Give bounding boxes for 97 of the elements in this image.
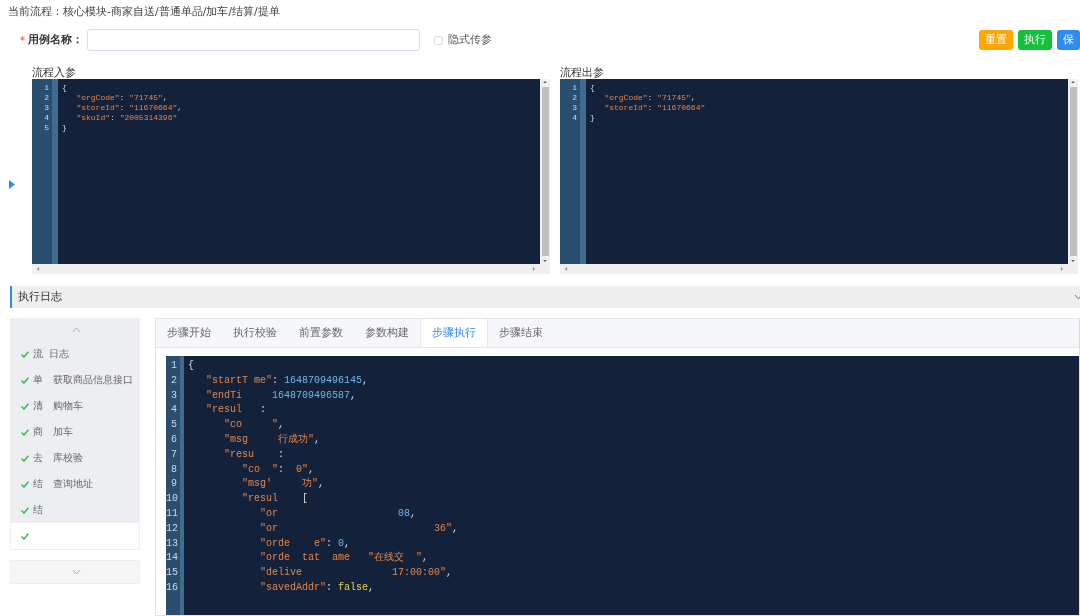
line-number: 15 <box>166 566 179 581</box>
line-number: 4 <box>170 403 178 418</box>
code-line: "delive 17:00:00", <box>259 566 454 581</box>
step-item[interactable] <box>11 523 139 549</box>
code-editor[interactable]: 1 2 3 4 5 { "orgCode": "71745", "storeId": "11670664", "skuId": "2005314396" } <box>32 79 540 264</box>
code-line: "resul [ <box>241 492 310 507</box>
code-line: "co ": 0", <box>241 462 316 477</box>
case-name-field[interactable] <box>87 29 420 51</box>
step-item[interactable]: 清 购物车 <box>11 393 139 419</box>
step-label: 流 日志 <box>33 347 70 361</box>
step-label: 去 库校验 <box>33 451 83 465</box>
step-label: 单 获取商品信息接口 <box>33 373 133 387</box>
scroll-up-icon[interactable] <box>542 79 548 85</box>
expand-icon[interactable] <box>9 180 15 189</box>
step-label: 商 加车 <box>33 425 73 439</box>
code-line: "orde e": 0, <box>259 536 352 551</box>
tab[interactable]: 步骤开始 <box>156 319 222 347</box>
scrollbar-thumb[interactable] <box>1069 87 1077 256</box>
scroll-up-icon[interactable] <box>1070 79 1076 85</box>
line-number: 3 <box>571 103 578 113</box>
code-line: { <box>188 359 195 373</box>
tab[interactable]: 参数构建 <box>354 319 420 347</box>
code-line: "orgCode": "71745", <box>603 93 697 103</box>
line-number: 6 <box>170 433 178 447</box>
log-header[interactable]: 执行日志 <box>10 286 1080 308</box>
step-item[interactable]: 去 库校验 <box>11 445 139 471</box>
scroll-right-icon[interactable] <box>531 266 537 272</box>
code-line: } <box>590 113 596 123</box>
code-line: "startT me": 1648709496145, <box>205 373 370 388</box>
code-line: { <box>590 83 596 93</box>
step-item[interactable]: 结 查询地址 <box>11 471 139 497</box>
step-item[interactable]: 单 获取商品信息接口 <box>11 367 139 393</box>
line-number: 1 <box>170 359 178 373</box>
scroll-down-button[interactable] <box>10 560 140 584</box>
code-editor[interactable]: 1 2 3 4 { "orgCode": "71745", "storeId": "11670664" } <box>560 79 1068 264</box>
code-line: "or 36", <box>259 521 459 536</box>
scroll-right-icon[interactable] <box>1059 266 1065 272</box>
flow-title: 当前流程：核心模块-商家自送/普通单品/加车/结算/提单 <box>8 4 280 19</box>
field-label: 用例名称： <box>28 33 83 47</box>
code-line: "resu : <box>223 447 286 462</box>
editor-label: 流程出参 <box>560 66 605 79</box>
line-number: 11 <box>166 506 179 521</box>
vertical-scrollbar[interactable] <box>1068 79 1078 264</box>
horizontal-scrollbar[interactable] <box>32 264 540 274</box>
code-line: } <box>62 123 68 133</box>
step-item[interactable]: 商 加车 <box>11 419 139 445</box>
line-number: 2 <box>571 93 578 103</box>
tab[interactable]: 步骤执行 <box>420 319 488 347</box>
code-line: { <box>62 83 68 93</box>
code-line: "resul : <box>205 403 268 418</box>
code-line: "orde tat ame "在线交 ", <box>259 551 430 566</box>
horizontal-scrollbar[interactable] <box>560 264 1068 274</box>
step-item[interactable]: 流 日志 <box>11 341 139 367</box>
vertical-scrollbar[interactable] <box>540 79 550 264</box>
code-line: "co ", <box>223 418 286 433</box>
code-line: "skuId": "2005314396" <box>75 113 179 123</box>
line-number: 12 <box>166 521 179 536</box>
line-number: 2 <box>43 93 50 103</box>
line-number: 7 <box>170 447 178 462</box>
scrollbar-thumb[interactable] <box>541 87 549 256</box>
step-label: 清 购物车 <box>33 399 83 413</box>
editor-label: 流程入参 <box>32 66 77 79</box>
line-number: 4 <box>43 113 50 123</box>
line-number: 14 <box>166 551 179 566</box>
chevron-down-icon <box>72 569 81 575</box>
tab[interactable]: 执行校验 <box>222 319 288 347</box>
code-line: "storeId": "11670664" <box>603 103 706 113</box>
action-button[interactable]: 保 <box>1057 30 1080 50</box>
line-number: 3 <box>170 388 178 403</box>
line-number: 1 <box>571 83 578 93</box>
line-number: 9 <box>170 477 178 492</box>
line-number: 5 <box>43 123 50 133</box>
code-line: "endTi 1648709496587, <box>205 388 358 403</box>
step-label: 结 查询地址 <box>33 477 93 491</box>
code-line: "savedAddr": false, <box>259 580 376 595</box>
implicit-params-checkbox[interactable]: 隐式传参 <box>434 33 492 47</box>
line-number: 10 <box>166 492 179 507</box>
line-number: 8 <box>170 462 178 477</box>
code-line: "or 08, <box>259 506 418 521</box>
step-label: 结 <box>33 503 43 517</box>
line-number: 2 <box>170 373 178 388</box>
code-line: "msg' 功", <box>241 477 326 492</box>
code-line: "storeId": "11670664", <box>75 103 183 113</box>
tab[interactable]: 步骤结束 <box>488 319 554 347</box>
tab[interactable]: 前置参数 <box>288 319 354 347</box>
scroll-left-icon[interactable] <box>563 266 569 272</box>
line-number: 4 <box>571 113 578 123</box>
line-number: 13 <box>166 536 179 551</box>
line-number: 3 <box>43 103 50 113</box>
code-line: "orgCode": "71745", <box>75 93 169 103</box>
required-mark: * <box>20 34 25 46</box>
line-number: 5 <box>170 418 178 433</box>
line-number: 1 <box>43 83 50 93</box>
line-number: 16 <box>166 580 179 595</box>
scroll-left-icon[interactable] <box>35 266 41 272</box>
step-item[interactable]: 结 <box>11 497 139 523</box>
code-line: "msg 行成功", <box>223 433 322 447</box>
